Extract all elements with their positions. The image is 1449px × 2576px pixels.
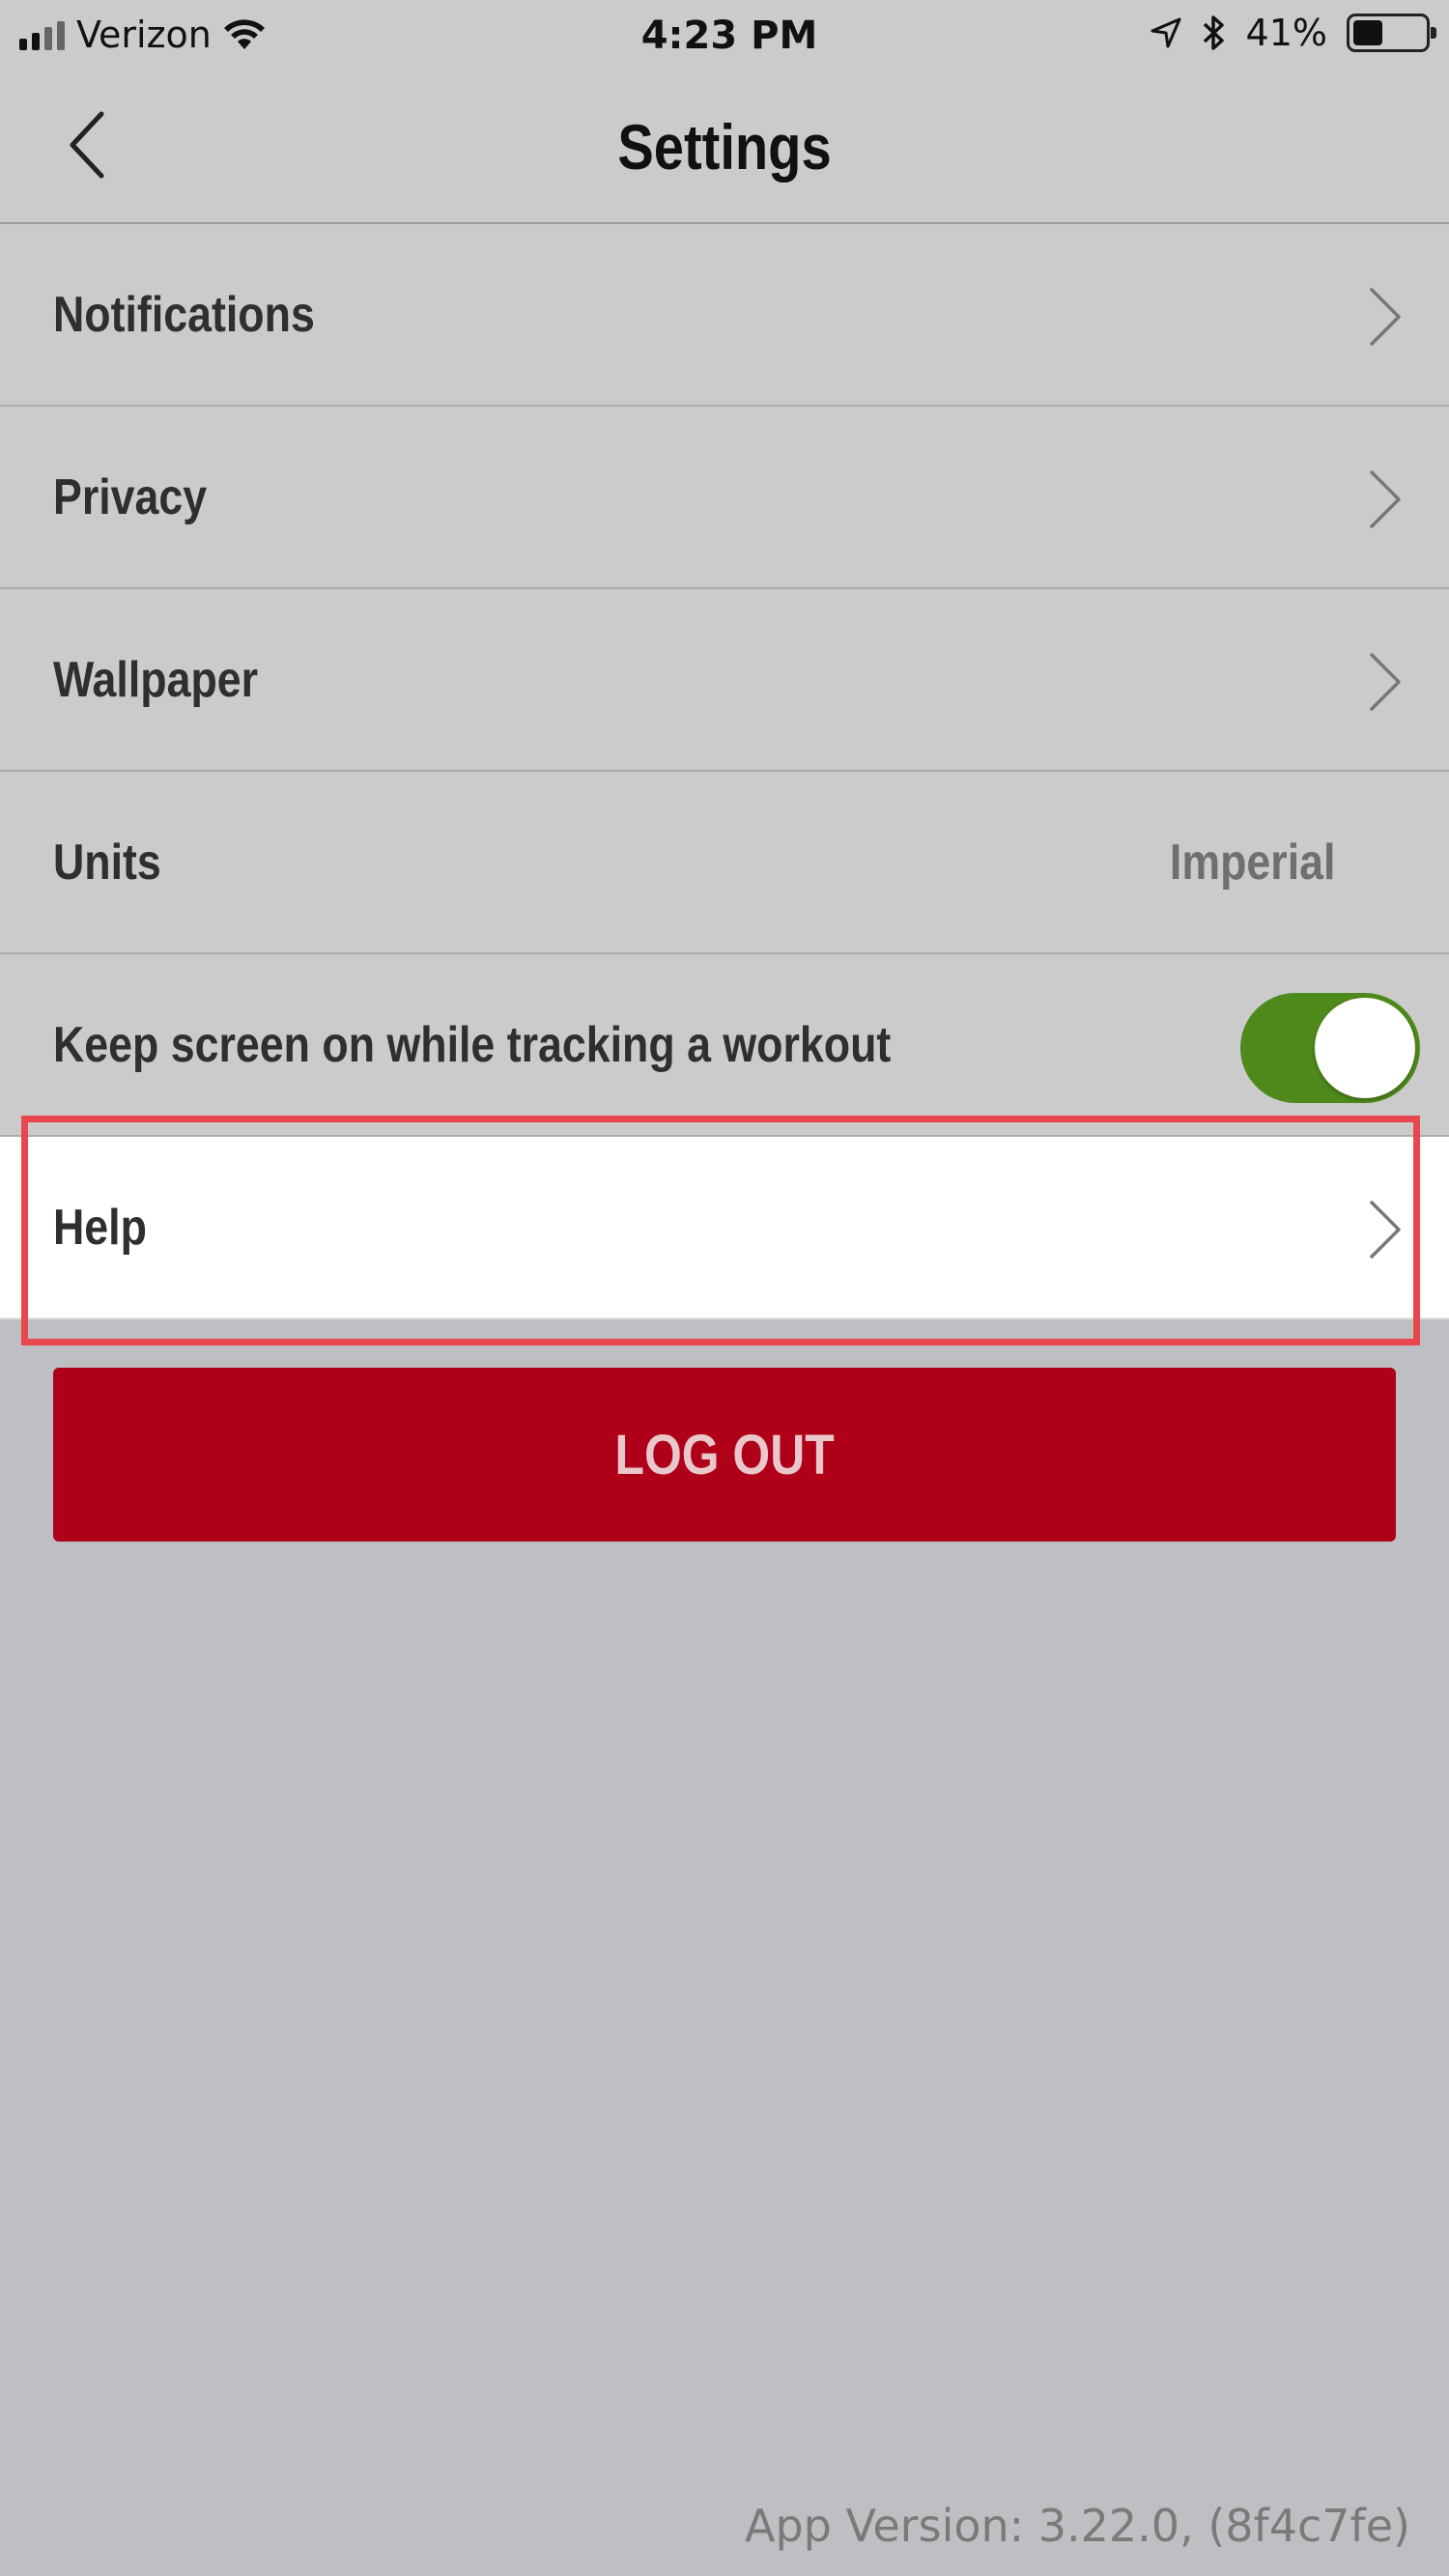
battery-icon — [1347, 14, 1436, 52]
settings-list: Notifications Privacy Wallpaper Units Im… — [0, 224, 1449, 1319]
row-label: Notifications — [53, 286, 315, 343]
battery-percent: 41% — [1245, 12, 1327, 54]
settings-row-help[interactable]: Help — [0, 1137, 1449, 1319]
row-label: Privacy — [53, 468, 208, 525]
settings-row-notifications[interactable]: Notifications — [0, 224, 1449, 407]
row-label: Wallpaper — [53, 651, 259, 708]
chevron-right-icon — [1370, 470, 1401, 528]
page-title: Settings — [617, 111, 832, 183]
bluetooth-icon — [1203, 15, 1224, 50]
row-label: Help — [53, 1199, 147, 1256]
settings-row-units[interactable]: Units Imperial — [0, 772, 1449, 954]
navigation-bar: Settings — [0, 71, 1449, 224]
settings-row-privacy[interactable]: Privacy — [0, 407, 1449, 589]
status-right: 41% — [1150, 12, 1436, 54]
settings-row-keep-screen-on: Keep screen on while tracking a workout — [0, 954, 1449, 1137]
chevron-right-icon — [1370, 1201, 1401, 1259]
chevron-right-icon — [1370, 653, 1401, 711]
toggle-knob — [1315, 998, 1415, 1098]
settings-row-wallpaper[interactable]: Wallpaper — [0, 589, 1449, 772]
location-arrow-icon — [1151, 17, 1181, 48]
logout-label: LOG OUT — [614, 1423, 835, 1486]
battery-fill — [1353, 20, 1382, 45]
status-bar: Verizon 4:23 PM 41% — [0, 0, 1449, 71]
row-label: Keep screen on while tracking a workout — [53, 1016, 892, 1073]
row-label: Units — [53, 834, 161, 891]
app-version: App Version: 3.22.0, (8f4c7fe) — [745, 2500, 1410, 2552]
units-value: Imperial — [1169, 834, 1335, 891]
keep-screen-on-toggle[interactable] — [1240, 993, 1420, 1103]
logout-button[interactable]: LOG OUT — [53, 1368, 1396, 1542]
chevron-right-icon — [1370, 288, 1401, 346]
